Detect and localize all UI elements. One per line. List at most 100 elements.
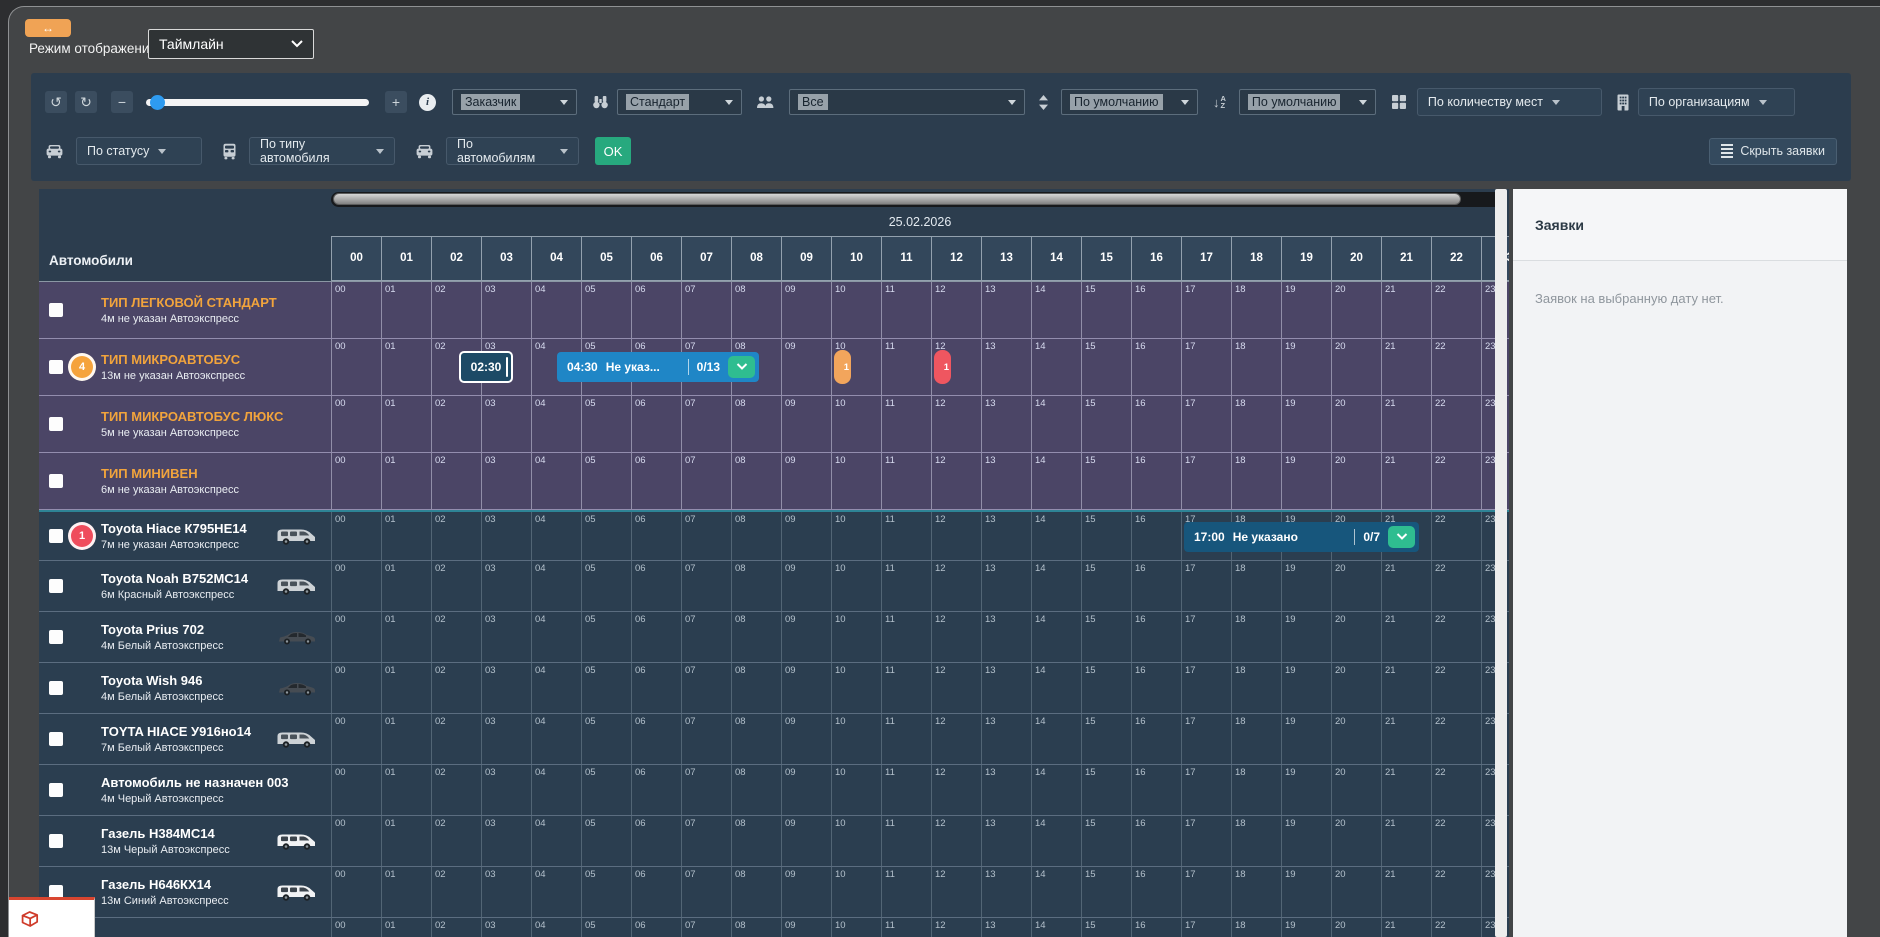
grid-cell[interactable]: 19 <box>1281 765 1331 815</box>
grid-cell[interactable]: 07 <box>681 282 731 338</box>
grid-cell[interactable]: 20 <box>1331 867 1381 917</box>
grid-cell[interactable]: 01 <box>381 561 431 611</box>
grid-cell[interactable]: 08 <box>731 512 781 560</box>
grid-cell[interactable]: 11 <box>881 453 931 509</box>
grid-cell[interactable]: 17 <box>1181 816 1231 866</box>
grid-cell[interactable]: 21 <box>1381 765 1431 815</box>
grid-cell[interactable]: 06 <box>631 714 681 764</box>
grid-cell[interactable]: 13 <box>981 561 1031 611</box>
grid-cell[interactable]: 00 <box>331 453 381 509</box>
grid-cell[interactable]: 10 <box>831 453 881 509</box>
grid-cell[interactable]: 12 <box>931 714 981 764</box>
grid-cell[interactable]: 22 <box>1431 612 1481 662</box>
grid-cell[interactable]: 15 <box>1081 816 1131 866</box>
grid-cell[interactable]: 02 <box>431 561 481 611</box>
horizontal-scrollbar-thumb[interactable] <box>333 193 1461 205</box>
grid-cell[interactable]: 06 <box>631 867 681 917</box>
all-filter-select[interactable]: Все <box>789 89 1025 115</box>
grid-cell[interactable]: 10 <box>831 512 881 560</box>
grid-cell[interactable]: 05 <box>581 765 631 815</box>
row-checkbox[interactable] <box>49 360 63 374</box>
grid-cell[interactable]: 13 <box>981 612 1031 662</box>
grid-cell[interactable]: 01 <box>381 765 431 815</box>
grid-cell[interactable]: 22 <box>1431 765 1481 815</box>
grid-cell[interactable]: 06 <box>631 663 681 713</box>
grid-cell[interactable]: 06 <box>631 765 681 815</box>
grid-cell[interactable]: 06 <box>631 918 681 937</box>
grid-cell[interactable]: 20 <box>1331 918 1381 937</box>
grid-cell[interactable]: 12 <box>931 663 981 713</box>
grid-cell[interactable]: 16 <box>1131 714 1181 764</box>
grid-cell[interactable]: 01 <box>381 612 431 662</box>
grid-cell[interactable]: 16 <box>1131 663 1181 713</box>
grid-cell[interactable]: 09 <box>781 561 831 611</box>
grid-cell[interactable]: 11 <box>881 282 931 338</box>
row-checkbox[interactable] <box>49 579 63 593</box>
grid-cell[interactable]: 11 <box>881 612 931 662</box>
grid-cell[interactable]: 00 <box>331 612 381 662</box>
grid-cell[interactable]: 07 <box>681 612 731 662</box>
grid-cell[interactable]: 03 <box>481 453 531 509</box>
grid-cell[interactable]: 19 <box>1281 867 1331 917</box>
grid-cell[interactable]: 08 <box>731 663 781 713</box>
grid-cell[interactable]: 06 <box>631 561 681 611</box>
grid-cell[interactable]: 21 <box>1381 561 1431 611</box>
grid-cell[interactable]: 21 <box>1381 453 1431 509</box>
grid-cell[interactable]: 00 <box>331 816 381 866</box>
grid-cell[interactable]: 13 <box>981 816 1031 866</box>
grid-cell[interactable]: 09 <box>781 663 831 713</box>
info-icon[interactable]: i <box>419 93 436 111</box>
zoom-in-button[interactable]: + <box>385 91 407 113</box>
grid-cell[interactable]: 08 <box>731 918 781 937</box>
grid-cell[interactable]: 15 <box>1081 512 1131 560</box>
organizations-dropdown[interactable]: По организациям <box>1637 88 1795 116</box>
horizontal-scrollbar[interactable] <box>331 189 1509 210</box>
grid-cell[interactable]: 15 <box>1081 612 1131 662</box>
grid-cell[interactable]: 16 <box>1131 396 1181 452</box>
grid-cell[interactable]: 18 <box>1231 918 1281 937</box>
grid-cell[interactable]: 04 <box>531 816 581 866</box>
booking-pill[interactable]: 1 <box>934 350 951 384</box>
grid-cell[interactable]: 04 <box>531 663 581 713</box>
grid-cell[interactable]: 09 <box>781 765 831 815</box>
grid-cell[interactable]: 11 <box>881 663 931 713</box>
grid-cell[interactable]: 01 <box>381 282 431 338</box>
grid-cell[interactable]: 03 <box>481 561 531 611</box>
row-checkbox[interactable] <box>49 417 63 431</box>
grid-cell[interactable]: 11 <box>881 561 931 611</box>
grid-cell[interactable]: 10 <box>831 612 881 662</box>
grid-cell[interactable]: 04 <box>531 282 581 338</box>
grid-cell[interactable]: 21 <box>1381 612 1431 662</box>
grid-cell[interactable]: 10 <box>831 282 881 338</box>
grid-cell[interactable]: 04 <box>531 918 581 937</box>
seats-count-dropdown[interactable]: По количеству мест <box>1416 88 1602 116</box>
grid-cell[interactable]: 15 <box>1081 339 1131 395</box>
grid-cell[interactable]: 08 <box>731 453 781 509</box>
grid-cell[interactable]: 13 <box>981 282 1031 338</box>
grid-cell[interactable]: 13 <box>981 339 1031 395</box>
grid-cell[interactable]: 13 <box>981 396 1031 452</box>
grid-cell[interactable]: 14 <box>1031 453 1081 509</box>
grid-cell[interactable]: 07 <box>681 663 731 713</box>
grid-cell[interactable]: 07 <box>681 714 731 764</box>
undo-button[interactable]: ↺ <box>45 91 67 113</box>
grid-cell[interactable]: 20 <box>1331 396 1381 452</box>
ok-button[interactable]: OK <box>595 137 631 165</box>
grid-cell[interactable]: 22 <box>1431 282 1481 338</box>
grid-cell[interactable]: 16 <box>1131 512 1181 560</box>
grid-cell[interactable]: 09 <box>781 396 831 452</box>
row-checkbox[interactable] <box>49 529 63 543</box>
row-checkbox[interactable] <box>49 474 63 488</box>
vertical-scrollbar[interactable] <box>1495 189 1507 937</box>
grid-cell[interactable]: 10 <box>831 561 881 611</box>
grid-cell[interactable]: 00 <box>331 282 381 338</box>
grid-cell[interactable]: 12 <box>931 282 981 338</box>
grid-cell[interactable]: 04 <box>531 765 581 815</box>
grid-cell[interactable]: 05 <box>581 396 631 452</box>
grid-cell[interactable]: 16 <box>1131 867 1181 917</box>
grid-cell[interactable]: 15 <box>1081 663 1131 713</box>
grid-cell[interactable]: 22 <box>1431 867 1481 917</box>
grid-cell[interactable]: 04 <box>531 867 581 917</box>
grid-cell[interactable]: 01 <box>381 396 431 452</box>
grid-cell[interactable]: 19 <box>1281 453 1331 509</box>
